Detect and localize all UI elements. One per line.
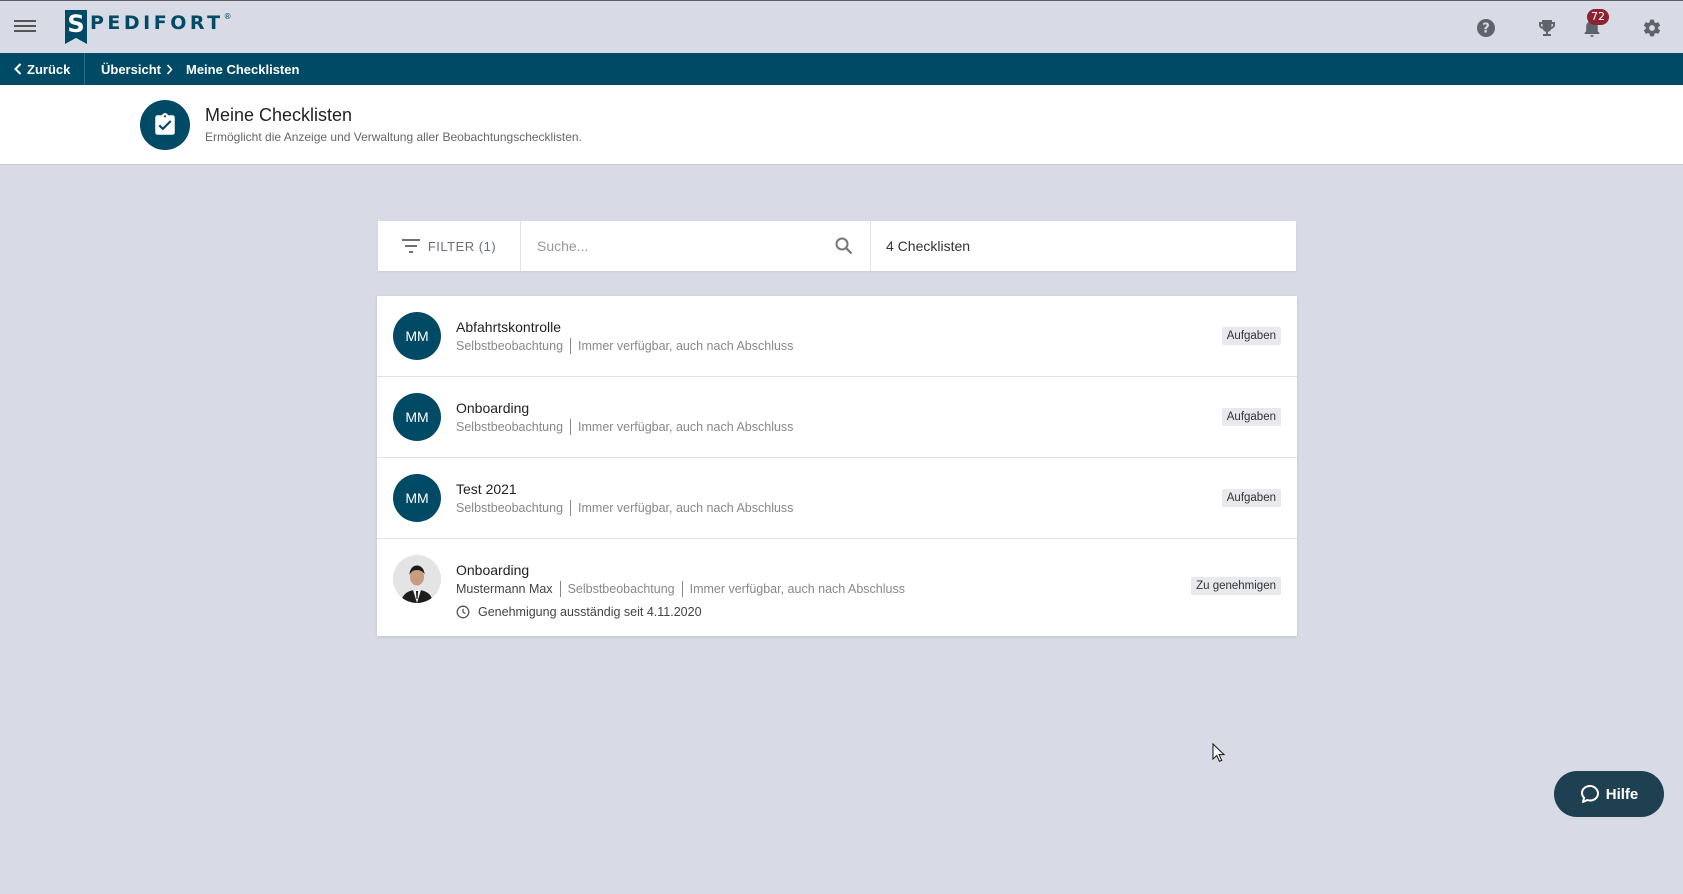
checklist-meta: Selbstbeobachtung Immer verfügbar, auch … [456, 338, 793, 354]
help-label: Hilfe [1605, 785, 1639, 803]
chat-bubble-icon [1580, 785, 1599, 803]
hamburger-menu-icon[interactable] [14, 17, 36, 37]
page-title: Meine Checklisten [205, 105, 353, 125]
trophy-icon[interactable] [1536, 17, 1558, 39]
checklist-type: Selbstbeobachtung [456, 339, 564, 353]
breadcrumb: Zurück Übersicht Meine Checklisten [0, 53, 1683, 85]
avatar: MM [393, 393, 441, 441]
avatar [393, 555, 441, 603]
clock-icon [456, 605, 470, 619]
page-header: Meine Checklisten Ermöglicht die Anzeige… [0, 85, 1683, 165]
checklist-title: Test 2021 [456, 481, 517, 497]
back-button[interactable]: Zurück [0, 53, 86, 85]
logo-text: PEDIFORT [90, 12, 224, 34]
top-bar: S PEDIFORT ® ? 72 [0, 0, 1683, 53]
avatar: MM [393, 312, 441, 360]
list-item[interactable]: MM Test 2021 Selbstbeobachtung Immer ver… [377, 458, 1297, 539]
checklist-availability: Immer verfügbar, auch nach Abschluss [578, 420, 794, 434]
list-toolbar: FILTER (1) 4 Checklisten [378, 221, 1296, 271]
settings-gear-icon[interactable] [1641, 17, 1663, 39]
clipboard-check-icon [140, 100, 190, 150]
mouse-cursor-icon [1212, 743, 1226, 763]
notification-badge: 72 [1587, 9, 1609, 25]
logo-registered: ® [223, 12, 232, 21]
checklist-availability: Immer verfügbar, auch nach Abschluss [689, 582, 905, 596]
checklist-title: Onboarding [456, 400, 530, 416]
help-circle-icon[interactable]: ? [1475, 17, 1497, 39]
search-icon[interactable] [834, 236, 854, 256]
status-badge: Aufgaben [1221, 489, 1281, 507]
status-badge: Aufgaben [1221, 327, 1281, 345]
filter-button[interactable]: FILTER (1) [378, 221, 521, 271]
page-subtitle: Ermöglicht die Anzeige und Verwaltung al… [205, 130, 582, 144]
checklist-owner: Mustermann Max [456, 582, 553, 596]
logo-mark: S [65, 10, 87, 44]
spedifort-logo[interactable]: S PEDIFORT ® [65, 10, 232, 44]
breadcrumb-item-uebersicht[interactable]: Übersicht [101, 53, 161, 85]
checklist-count: 4 Checklisten [886, 238, 971, 254]
checklist-type: Selbstbeobachtung [456, 420, 564, 434]
search-field [521, 221, 871, 271]
chevron-right-icon [166, 53, 173, 85]
filter-icon [401, 239, 420, 253]
checklist-type: Selbstbeobachtung [456, 501, 564, 515]
chevron-left-icon [14, 63, 22, 75]
svg-text:?: ? [1482, 22, 1490, 37]
approval-status: Genehmigung ausständig seit 4.11.2020 [456, 605, 702, 619]
checklist-title: Onboarding [456, 562, 530, 578]
checklist-type: Selbstbeobachtung [567, 582, 675, 596]
back-label: Zurück [27, 61, 71, 77]
filter-label: FILTER (1) [427, 238, 497, 254]
checklist-meta: Selbstbeobachtung Immer verfügbar, auch … [456, 419, 793, 435]
checklist-meta: Selbstbeobachtung Immer verfügbar, auch … [456, 500, 793, 516]
help-button[interactable]: Hilfe [1554, 771, 1664, 817]
approval-status-text: Genehmigung ausständig seit 4.11.2020 [478, 605, 702, 619]
list-item[interactable]: Onboarding Mustermann Max Selbstbeobacht… [377, 539, 1297, 636]
status-badge: Aufgaben [1221, 408, 1281, 426]
status-badge: Zu genehmigen [1191, 577, 1281, 595]
checklist-availability: Immer verfügbar, auch nach Abschluss [578, 501, 794, 515]
checklist-title: Abfahrtskontrolle [456, 319, 562, 335]
user-photo-icon [393, 555, 441, 603]
search-input[interactable] [521, 221, 870, 271]
checklist-availability: Immer verfügbar, auch nach Abschluss [578, 339, 794, 353]
checklist-meta: Mustermann Max Selbstbeobachtung Immer v… [456, 581, 905, 597]
avatar: MM [393, 474, 441, 522]
list-item[interactable]: MM Onboarding Selbstbeobachtung Immer ve… [377, 377, 1297, 458]
list-item[interactable]: MM Abfahrtskontrolle Selbstbeobachtung I… [377, 296, 1297, 377]
breadcrumb-item-current: Meine Checklisten [186, 61, 300, 77]
checklist-list: MM Abfahrtskontrolle Selbstbeobachtung I… [377, 296, 1297, 636]
